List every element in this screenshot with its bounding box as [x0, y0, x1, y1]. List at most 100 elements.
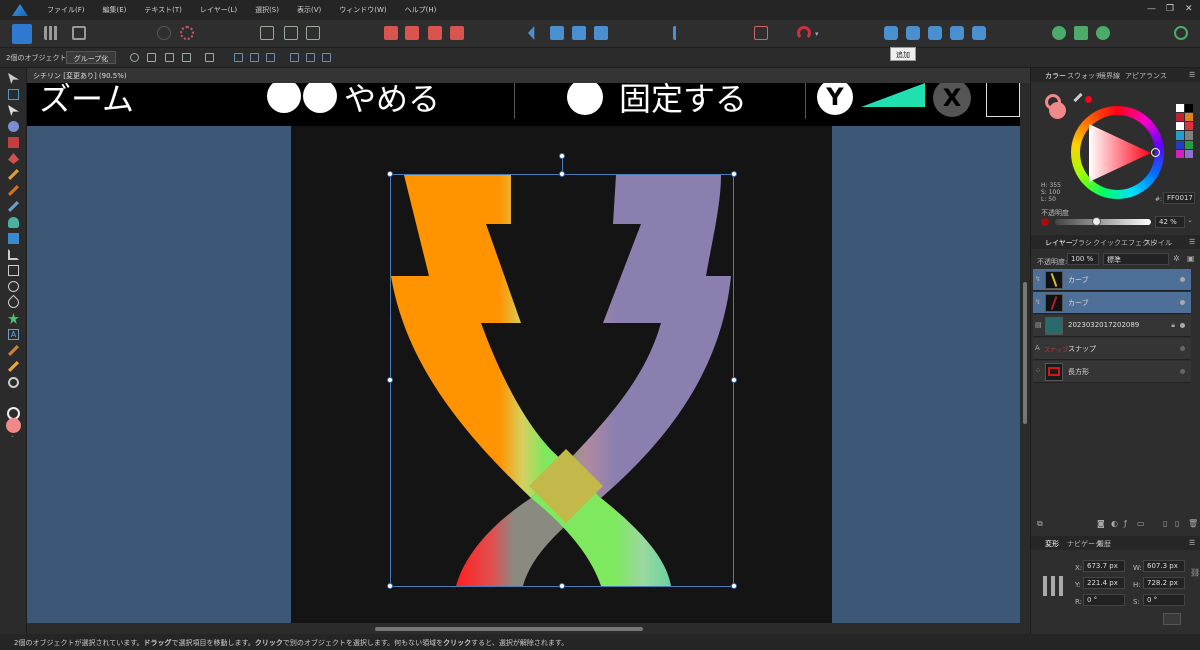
handle-top-left[interactable]	[387, 171, 393, 177]
transform-origin-icon[interactable]	[130, 53, 139, 62]
horizontal-scroll-thumb[interactable]	[375, 627, 643, 631]
menu-text[interactable]: テキスト(T)	[135, 5, 191, 15]
zoom-tool-icon[interactable]	[8, 377, 19, 388]
export-persona-icon[interactable]	[72, 26, 86, 40]
swatch[interactable]	[1185, 131, 1193, 140]
layer-lock-icon[interactable]: ▣	[1187, 254, 1195, 263]
align-bottom-icon[interactable]	[322, 53, 331, 62]
tab-appearance[interactable]: アピアランス	[1125, 71, 1167, 81]
align-right-icon[interactable]	[266, 53, 275, 62]
magnet-snap-icon[interactable]	[797, 26, 811, 40]
handle-mid-left[interactable]	[387, 377, 393, 383]
crop-frame-icon[interactable]	[754, 26, 768, 40]
handle-bottom-center[interactable]	[559, 583, 565, 589]
opacity-slider-thumb[interactable]	[1092, 217, 1101, 226]
rotation-input[interactable]: 0 °	[1083, 594, 1125, 606]
handle-bottom-left[interactable]	[387, 583, 393, 589]
handle-mid-right[interactable]	[731, 377, 737, 383]
swatch[interactable]	[1176, 104, 1184, 113]
layer-row[interactable]: ▤ 2023032017202089 🔒︎	[1033, 315, 1191, 337]
menu-help[interactable]: ヘルプ(H)	[396, 5, 446, 15]
opacity-dropdown-chevron-icon[interactable]: ⌄	[1187, 216, 1193, 224]
boolean-subtract-icon[interactable]	[906, 26, 920, 40]
aspect-lock-icon[interactable]: ⛓︎	[1190, 568, 1200, 577]
layer-visibility-icon[interactable]	[1180, 277, 1185, 282]
align-icon[interactable]	[673, 26, 687, 40]
layer-row[interactable]: ⁘ 長方形	[1033, 361, 1191, 383]
add-layer-icon[interactable]: ▯	[1163, 519, 1167, 528]
swatch[interactable]	[1176, 122, 1184, 131]
artboard-tool-icon[interactable]	[8, 89, 19, 100]
opacity-input[interactable]: 42 %	[1155, 216, 1185, 228]
app-logo[interactable]	[12, 4, 28, 16]
swatch[interactable]	[1176, 131, 1184, 140]
pencil-tool-icon[interactable]	[8, 169, 19, 180]
crop-tool-icon[interactable]	[8, 249, 19, 260]
designer-persona-icon[interactable]	[12, 24, 32, 44]
tab-color[interactable]: カラー	[1045, 71, 1066, 81]
place-image-icon[interactable]	[8, 233, 19, 244]
layer-lock-icon[interactable]: 🔒︎	[1171, 321, 1175, 330]
move-tool-icon[interactable]	[8, 73, 19, 84]
pixel-persona-icon[interactable]	[44, 26, 58, 40]
distribute-4-icon[interactable]	[205, 53, 214, 62]
group-icon[interactable]: ▭	[1137, 519, 1145, 528]
document-tab[interactable]: シチリン [変更あり] (90.5%)	[27, 68, 1030, 83]
align-top-icon[interactable]	[290, 53, 299, 62]
minimize-button[interactable]: —	[1147, 4, 1156, 14]
arrange-forward-icon[interactable]	[428, 26, 442, 40]
swatch[interactable]	[1185, 122, 1193, 131]
tab-history[interactable]: 履歴	[1097, 539, 1111, 549]
menu-file[interactable]: ファイル(F)	[38, 5, 94, 15]
geometry-3-icon[interactable]	[1096, 26, 1110, 40]
fill-color-well[interactable]	[1049, 102, 1066, 119]
corner-tool-icon[interactable]	[8, 121, 19, 132]
transform-options-icon[interactable]	[1163, 613, 1181, 625]
panel-menu-icon[interactable]: ☰	[1189, 238, 1195, 246]
snap-dropdown-chevron-icon[interactable]: ▾	[815, 30, 819, 38]
pixel-brush-icon[interactable]	[8, 201, 19, 212]
fill-tool-icon[interactable]	[8, 217, 19, 228]
tab-stroke[interactable]: 境界線	[1099, 71, 1120, 81]
layer-visibility-icon[interactable]	[1180, 300, 1185, 305]
opacity-slider[interactable]	[1055, 217, 1151, 226]
hex-input[interactable]: FF0017	[1163, 192, 1195, 204]
distribute-2-icon[interactable]	[165, 53, 174, 62]
restore-button[interactable]: ❐	[1166, 4, 1174, 14]
menu-edit[interactable]: 編集(E)	[94, 5, 136, 15]
snapping-icon[interactable]	[157, 26, 171, 40]
insert-behind-icon[interactable]	[260, 26, 274, 40]
handle-bottom-right[interactable]	[731, 583, 737, 589]
boolean-xor-icon[interactable]	[950, 26, 964, 40]
hue-picker-handle[interactable]	[1151, 148, 1160, 157]
handle-top-center[interactable]	[559, 171, 565, 177]
node-tool-icon[interactable]	[8, 105, 19, 116]
swatch[interactable]	[1185, 104, 1193, 113]
geometry-1-icon[interactable]	[1052, 26, 1066, 40]
canvas[interactable]: ズーム やめる 固定する Y X	[27, 83, 1020, 623]
arrange-front-icon[interactable]	[450, 26, 464, 40]
drop-tool-icon[interactable]	[5, 294, 22, 311]
align-left-icon[interactable]	[234, 53, 243, 62]
flip-vertical-icon[interactable]	[550, 26, 564, 40]
menu-select[interactable]: 選択(S)	[246, 5, 288, 15]
align-center-icon[interactable]	[250, 53, 259, 62]
duplicate-layer-icon[interactable]: ▯	[1175, 519, 1179, 528]
w-input[interactable]: 607.3 px	[1143, 560, 1185, 572]
layer-options-icon[interactable]: ⧉	[1037, 519, 1043, 529]
swatch[interactable]	[1185, 113, 1193, 122]
layer-visibility-icon[interactable]	[1180, 346, 1185, 351]
menu-view[interactable]: 表示(V)	[288, 5, 330, 15]
menu-layer[interactable]: レイヤー(L)	[191, 5, 246, 15]
tab-layers[interactable]: レイヤー	[1045, 238, 1073, 248]
layer-settings-gear-icon[interactable]: ✲	[1173, 254, 1180, 263]
layer-opacity-input[interactable]: 100 %	[1067, 253, 1099, 265]
h-input[interactable]: 728.2 px	[1143, 577, 1185, 589]
distribute-1-icon[interactable]	[147, 53, 156, 62]
x-input[interactable]: 673.7 px	[1083, 560, 1125, 572]
shear-input[interactable]: 0 °	[1143, 594, 1185, 606]
flip-horizontal-icon[interactable]	[528, 26, 535, 40]
handle-top-right[interactable]	[731, 171, 737, 177]
boolean-intersect-icon[interactable]	[928, 26, 942, 40]
boolean-add-icon[interactable]	[884, 26, 898, 40]
